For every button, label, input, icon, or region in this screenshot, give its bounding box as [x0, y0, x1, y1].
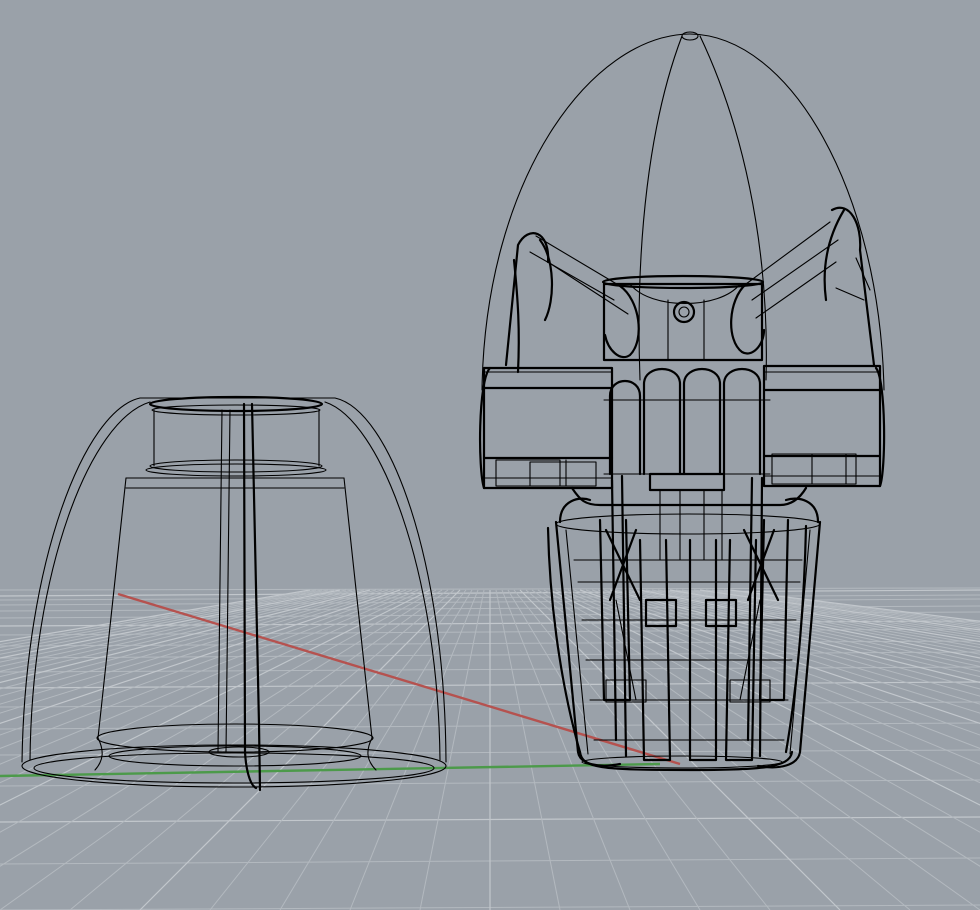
grid-line [525, 589, 911, 910]
grid-line [419, 589, 485, 910]
grid-horizon [0, 587, 980, 591]
grid-line [507, 589, 701, 910]
viewport-canvas[interactable] [0, 0, 980, 910]
mechanism-assembly[interactable] [478, 31, 886, 772]
grid-line [495, 589, 561, 910]
rhino-perspective-viewport[interactable] [0, 0, 980, 910]
y-axis [0, 762, 661, 778]
